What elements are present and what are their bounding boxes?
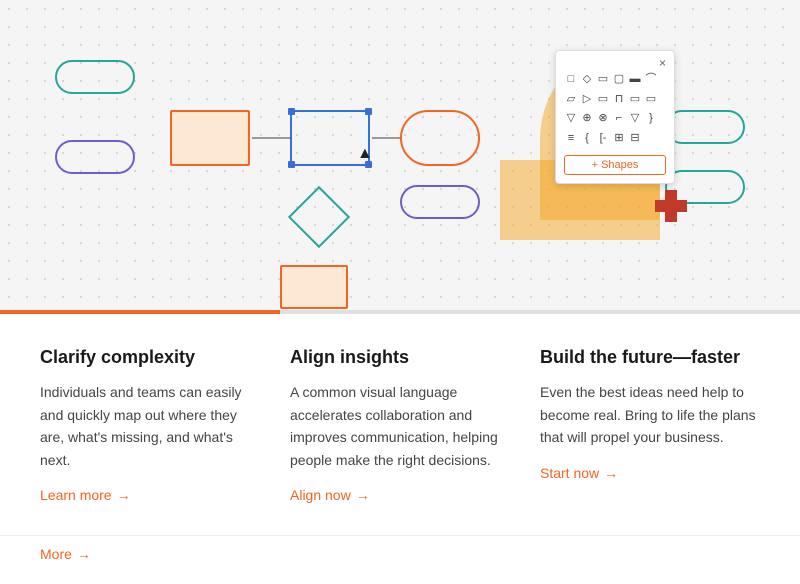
more-link[interactable]: More → [40, 546, 91, 562]
shape-orange-rect [170, 110, 250, 166]
column-clarify: Clarify complexity Individuals and teams… [40, 346, 290, 503]
col-align-title: Align insights [290, 346, 510, 369]
diagram-canvas: ▲ × □◇▭▢▬ ⌒▱▷▭⊓ ▭▭ [25, 20, 775, 300]
content-section: Clarify complexity Individuals and teams… [0, 314, 800, 535]
col-clarify-link[interactable]: Learn more [40, 487, 260, 503]
shape-orange-rect-small [280, 265, 348, 309]
shape-teal-rounded-top [55, 60, 135, 94]
arrow-h2 [372, 137, 402, 139]
arrow-h1 [252, 137, 292, 139]
diagram-area: ▲ × □◇▭▢▬ ⌒▱▷▭⊓ ▭▭ [0, 0, 800, 310]
more-arrow-icon: → [77, 546, 91, 562]
shape-panel[interactable]: × □◇▭▢▬ ⌒▱▷▭⊓ ▭▭▽⊕⊗ ⌐▽}≡{[- ⊞⊟ + Shapes [555, 50, 675, 184]
col-build-body: Even the best ideas need help to become … [540, 381, 760, 448]
col-clarify-title: Clarify complexity [40, 346, 260, 369]
column-build: Build the future—faster Even the best id… [540, 346, 760, 503]
shape-purple-oval [55, 140, 135, 174]
shape-purple-oval-mid [400, 185, 480, 219]
panel-icons-grid: □◇▭▢▬ ⌒▱▷▭⊓ ▭▭▽⊕⊗ ⌐▽}≡{[- ⊞⊟ [564, 71, 666, 147]
column-align: Align insights A common visual language … [290, 346, 540, 503]
shape-orange-oval [400, 110, 480, 166]
footer: More → [0, 535, 800, 584]
col-clarify-body: Individuals and teams can easily and qui… [40, 381, 260, 471]
hero-section: ▲ × □◇▭▢▬ ⌒▱▷▭⊓ ▭▭ [0, 0, 800, 310]
col-build-link[interactable]: Start now [540, 465, 760, 481]
panel-close-button[interactable]: × [659, 56, 666, 70]
plus-cross-icon [655, 190, 687, 222]
col-align-link[interactable]: Align now [290, 487, 510, 503]
more-label: More [40, 546, 72, 562]
col-align-body: A common visual language accelerates col… [290, 381, 510, 471]
shape-teal-diamond [288, 186, 350, 248]
shape-teal-rounded-right [665, 110, 745, 144]
add-shapes-button[interactable]: + Shapes [564, 155, 666, 175]
cursor-icon: ▲ [357, 145, 373, 163]
col-build-title: Build the future—faster [540, 346, 760, 369]
